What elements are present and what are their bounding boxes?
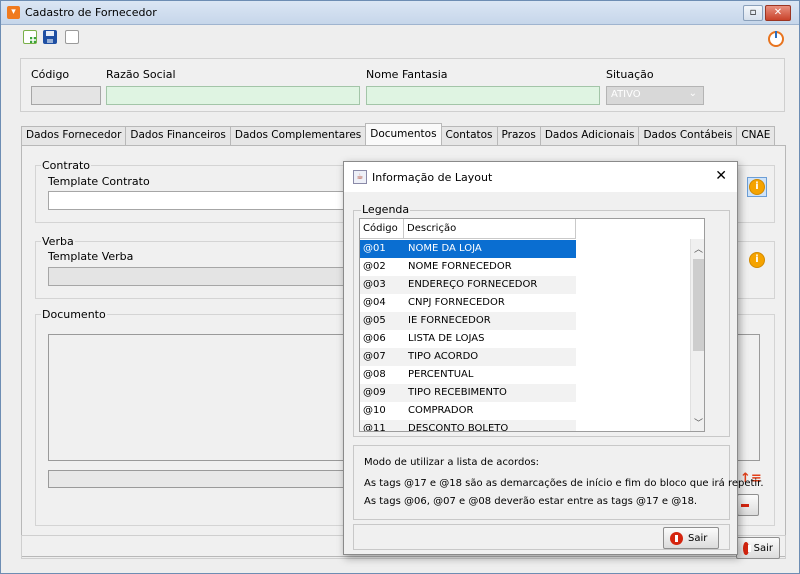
- scroll-down-icon[interactable]: ﹀: [694, 416, 703, 429]
- column-header-descricao[interactable]: Descrição: [404, 219, 576, 238]
- table-row[interactable]: @08 PERCENTUAL: [360, 366, 576, 384]
- codigo-label: Código: [31, 68, 70, 81]
- nome-fantasia-label: Nome Fantasia: [366, 68, 448, 81]
- java-icon: ☕: [353, 170, 367, 184]
- cell-desc: DESCONTO BOLETO: [408, 423, 509, 432]
- tab-prazos[interactable]: Prazos: [496, 126, 541, 145]
- stop-icon: [670, 531, 683, 545]
- app-icon: ▾: [7, 6, 20, 19]
- tab-dados-financeiros[interactable]: Dados Financeiros: [125, 126, 231, 145]
- template-verba-label: Template Verba: [48, 250, 134, 263]
- cell-code: @04: [363, 297, 386, 308]
- cell-code: @11: [363, 423, 386, 432]
- table-row[interactable]: @09 TIPO RECEBIMENTO: [360, 384, 576, 402]
- new-icon[interactable]: [23, 30, 37, 44]
- scrollbar-thumb[interactable]: [693, 259, 704, 351]
- razao-social-label: Razão Social: [106, 68, 176, 81]
- copy-icon[interactable]: [65, 30, 79, 44]
- template-contrato-label: Template Contrato: [48, 175, 150, 188]
- restore-button[interactable]: ▫: [743, 5, 763, 21]
- table-row[interactable]: @02 NOME FORNECEDOR: [360, 258, 576, 276]
- power-icon[interactable]: [768, 31, 784, 47]
- tab-cnae[interactable]: CNAE: [736, 126, 776, 145]
- column-header-codigo[interactable]: Código: [360, 219, 404, 238]
- window-title: Cadastro de Fornecedor: [25, 6, 157, 19]
- table-row[interactable]: @03 ENDEREÇO FORNECEDOR: [360, 276, 576, 294]
- nome-fantasia-field[interactable]: [366, 86, 600, 105]
- stop-icon: [743, 541, 751, 555]
- cell-desc: TIPO RECEBIMENTO: [408, 387, 507, 398]
- template-contrato-field[interactable]: [48, 191, 344, 210]
- title-bar: ▾ Cadastro de Fornecedor ▫ ✕: [1, 1, 799, 25]
- template-verba-field[interactable]: [48, 267, 344, 286]
- tab-documentos[interactable]: Documentos: [365, 123, 442, 145]
- cell-code: @06: [363, 333, 386, 344]
- save-icon[interactable]: [43, 30, 57, 44]
- info-line: As tags @06, @07 e @08 deverão estar ent…: [364, 496, 698, 507]
- legend-label: Legenda: [361, 203, 411, 216]
- warning-icon: i: [749, 179, 765, 195]
- cell-code: @10: [363, 405, 386, 416]
- cell-code: @09: [363, 387, 386, 398]
- verba-group-label: Verba: [41, 235, 75, 248]
- sair-button[interactable]: Sair: [736, 537, 780, 559]
- dialog-sair-button[interactable]: Sair: [663, 527, 719, 549]
- remove-button[interactable]: [737, 494, 759, 516]
- cell-code: @03: [363, 279, 386, 290]
- cell-desc: TIPO ACORDO: [408, 351, 479, 362]
- tab-dados-adicionais[interactable]: Dados Adicionais: [539, 126, 640, 145]
- table-row[interactable]: @07 TIPO ACORDO: [360, 348, 576, 366]
- cell-code: @02: [363, 261, 386, 272]
- tab-dados-complementares[interactable]: Dados Complementares: [229, 126, 367, 145]
- cell-desc: PERCENTUAL: [408, 369, 474, 380]
- table-row[interactable]: @04 CNPJ FORNECEDOR: [360, 294, 576, 312]
- situacao-label: Situação: [606, 68, 654, 81]
- cell-desc: COMPRADOR: [408, 405, 474, 416]
- verba-info-icon[interactable]: i: [749, 252, 765, 268]
- cell-desc: NOME DA LOJA: [408, 243, 482, 254]
- info-line: As tags @17 e @18 são as demarcações de …: [364, 478, 764, 489]
- codigo-field[interactable]: [31, 86, 101, 105]
- table-header: Código Descrição: [360, 219, 576, 239]
- table-row[interactable]: @05 IE FORNECEDOR: [360, 312, 576, 330]
- documento-group-label: Documento: [41, 308, 107, 321]
- documento-path-field[interactable]: [48, 470, 344, 488]
- contrato-group-label: Contrato: [41, 159, 92, 172]
- tab-bar: Dados Fornecedor Dados Financeiros Dados…: [21, 123, 776, 145]
- table-row[interactable]: @10 COMPRADOR: [360, 402, 576, 420]
- situacao-select[interactable]: ATIVO ⌄: [606, 86, 704, 105]
- cell-desc: LISTA DE LOJAS: [408, 333, 485, 344]
- dialog-title: Informação de Layout: [372, 171, 493, 184]
- cell-desc: CNPJ FORNECEDOR: [408, 297, 505, 308]
- table-row[interactable]: @06 LISTA DE LOJAS: [360, 330, 576, 348]
- sair-label: Sair: [753, 542, 773, 554]
- chevron-down-icon: ⌄: [688, 88, 697, 99]
- cell-desc: ENDEREÇO FORNECEDOR: [408, 279, 538, 290]
- razao-social-field[interactable]: [106, 86, 360, 105]
- cell-desc: NOME FORNECEDOR: [408, 261, 512, 272]
- dialog-sair-label: Sair: [688, 532, 708, 544]
- table-row[interactable]: @11 DESCONTO BOLETO: [360, 420, 576, 432]
- table-row[interactable]: @01 NOME DA LOJA: [360, 240, 576, 258]
- cell-desc: IE FORNECEDOR: [408, 315, 491, 326]
- tab-contatos[interactable]: Contatos: [440, 126, 498, 145]
- contrato-info-button[interactable]: i: [747, 177, 767, 197]
- table-scrollbar[interactable]: ︿ ﹀: [690, 239, 704, 431]
- dialog-title-bar: ☕ Informação de Layout ✕: [344, 162, 737, 192]
- scroll-up-icon[interactable]: ︿: [694, 242, 703, 255]
- close-button[interactable]: ✕: [765, 5, 791, 21]
- legend-table: Código Descrição @01 NOME DA LOJA @02 NOME…: [359, 218, 705, 432]
- cell-code: @01: [363, 243, 386, 254]
- cell-code: @08: [363, 369, 386, 380]
- minus-icon: [741, 503, 749, 507]
- tab-dados-contabeis[interactable]: Dados Contábeis: [638, 126, 738, 145]
- situacao-value: ATIVO: [611, 89, 641, 100]
- dialog-close-button[interactable]: ✕: [715, 168, 727, 184]
- info-line: Modo de utilizar a lista de acordos:: [364, 457, 540, 468]
- cell-code: @05: [363, 315, 386, 326]
- layout-info-dialog: ☕ Informação de Layout ✕ Legenda Código …: [343, 161, 764, 555]
- tab-dados-fornecedor[interactable]: Dados Fornecedor: [21, 126, 127, 145]
- cell-code: @07: [363, 351, 386, 362]
- usage-info-panel: Modo de utilizar a lista de acordos: As …: [353, 445, 764, 520]
